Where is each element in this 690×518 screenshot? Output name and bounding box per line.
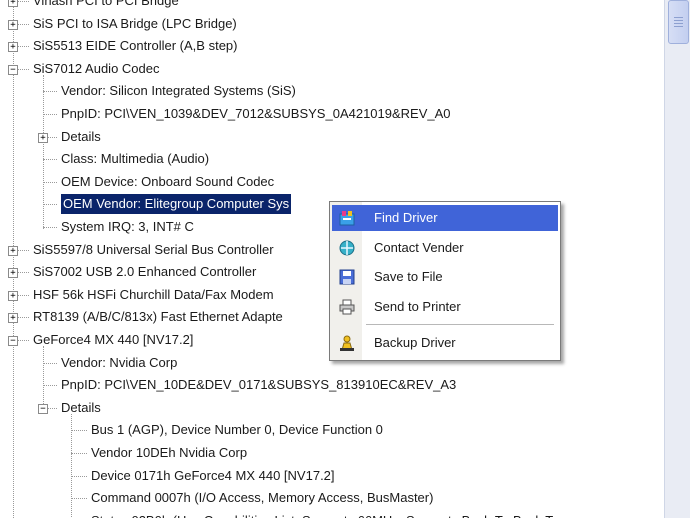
expand-icon[interactable]: + — [8, 268, 18, 279]
expand-icon[interactable]: + — [8, 42, 18, 53]
tree-node-label: GeForce4 MX 440 [NV17.2] — [33, 332, 194, 347]
tree-node[interactable]: + SiS5513 EIDE Controller (A,B step) — [0, 36, 664, 56]
tree-node-label: OEM Vendor: Elitegroup Computer Sys — [61, 194, 292, 215]
tree-node-label: HSF 56k HSFi Churchill Data/Fax Modem — [33, 286, 274, 302]
tree-node[interactable]: PnpID: PCI\VEN_1039&DEV_7012&SUBSYS_0A42… — [0, 104, 664, 124]
menu-item-contact-vender[interactable]: Contact Vender — [332, 235, 558, 261]
tree-node-label: Vinash PCI to PCI Bridge — [33, 0, 179, 8]
tree-node-label: Status 02B0h (Has Capabilities List, Sup… — [91, 511, 578, 518]
save-icon — [338, 268, 356, 286]
collapse-icon[interactable]: − — [38, 403, 48, 414]
tree-node[interactable]: Bus 1 (AGP), Device Number 0, Device Fun… — [0, 420, 664, 440]
tree-node-label: Vendor 10DEh Nvidia Corp — [91, 445, 248, 460]
tree-node-label: System IRQ: 3, INT# C — [61, 219, 194, 234]
find-driver-icon — [338, 209, 356, 227]
tree-node-label: Vendor: Silicon Integrated Systems (SiS) — [61, 83, 296, 99]
expand-icon[interactable]: + — [8, 245, 18, 256]
tree-node-label: PnpID: PCI\VEN_1039&DEV_7012&SUBSYS_0A42… — [61, 106, 451, 121]
tree-node[interactable]: + SiS PCI to ISA Bridge (LPC Bridge) — [0, 14, 664, 34]
tree-node-label: Details — [61, 128, 101, 144]
tree-node[interactable]: Status 02B0h (Has Capabilities List, Sup… — [0, 511, 664, 518]
scrollbar-thumb[interactable] — [668, 0, 689, 44]
context-menu: Find Driver Contact Vender Save to File — [329, 201, 561, 361]
tree-node-label: PnpID: PCI\VEN_10DE&DEV_0171&SUBSYS_8139… — [61, 377, 457, 393]
expand-icon[interactable]: + — [8, 0, 18, 7]
vertical-scrollbar[interactable] — [664, 0, 690, 518]
printer-icon — [338, 298, 356, 316]
tree-node[interactable]: + Vinash PCI to PCI Bridge — [0, 0, 664, 11]
tree-node-label: Class: Multimedia (Audio) — [61, 151, 210, 167]
tree-node-label: Device 0171h GeForce4 MX 440 [NV17.2] — [91, 467, 335, 483]
tree-node[interactable]: Vendor 10DEh Nvidia Corp — [0, 443, 664, 463]
backup-driver-icon — [338, 334, 356, 352]
tree-node-label: SiS PCI to ISA Bridge (LPC Bridge) — [33, 15, 237, 31]
tree-node[interactable]: + Details — [0, 127, 664, 147]
menu-item-save-to-file[interactable]: Save to File — [332, 264, 558, 290]
tree-node[interactable]: Command 0007h (I/O Access, Memory Access… — [0, 488, 664, 508]
tree-node-label: SiS5597/8 Universal Serial Bus Controlle… — [33, 241, 274, 257]
tree-node[interactable]: Device 0171h GeForce4 MX 440 [NV17.2] — [0, 466, 664, 486]
tree-node-label: Command 0007h (I/O Access, Memory Access… — [91, 490, 434, 506]
collapse-icon[interactable]: − — [8, 336, 18, 346]
tree-node-label: SiS7012 Audio Codec — [33, 60, 160, 76]
menu-item-send-to-printer[interactable]: Send to Printer — [332, 294, 558, 320]
tree-node-label: Bus 1 (AGP), Device Number 0, Device Fun… — [91, 422, 383, 438]
tree-node-label: SiS5513 EIDE Controller (A,B step) — [33, 38, 238, 54]
expand-icon[interactable]: + — [8, 19, 18, 30]
tree-node[interactable]: Class: Multimedia (Audio) — [0, 149, 664, 169]
tree-node-label: OEM Device: Onboard Sound Codec — [61, 173, 275, 189]
menu-item-find-driver[interactable]: Find Driver — [332, 205, 558, 231]
tree-node-label: Details — [61, 399, 101, 415]
menu-separator — [366, 324, 554, 325]
tree-node-label: SiS7002 USB 2.0 Enhanced Controller — [33, 264, 257, 280]
tree-node[interactable]: − SiS7012 Audio Codec — [0, 59, 664, 79]
collapse-icon[interactable]: − — [8, 64, 18, 75]
expand-icon[interactable]: + — [8, 290, 18, 301]
tree-node-label: Vendor: Nvidia Corp — [61, 354, 178, 370]
tree-node[interactable]: − Details — [0, 398, 664, 418]
menu-item-backup-driver[interactable]: Backup Driver — [332, 330, 558, 356]
contact-vender-icon — [338, 239, 356, 257]
expand-icon[interactable]: + — [8, 313, 18, 324]
tree-node[interactable]: Vendor: Silicon Integrated Systems (SiS) — [0, 81, 664, 101]
tree-node[interactable]: PnpID: PCI\VEN_10DE&DEV_0171&SUBSYS_8139… — [0, 375, 664, 395]
tree-node-label: RT8139 (A/B/C/813x) Fast Ethernet Adapte — [33, 309, 283, 325]
expand-icon[interactable]: + — [38, 132, 48, 143]
tree-node[interactable]: OEM Device: Onboard Sound Codec — [0, 172, 664, 192]
